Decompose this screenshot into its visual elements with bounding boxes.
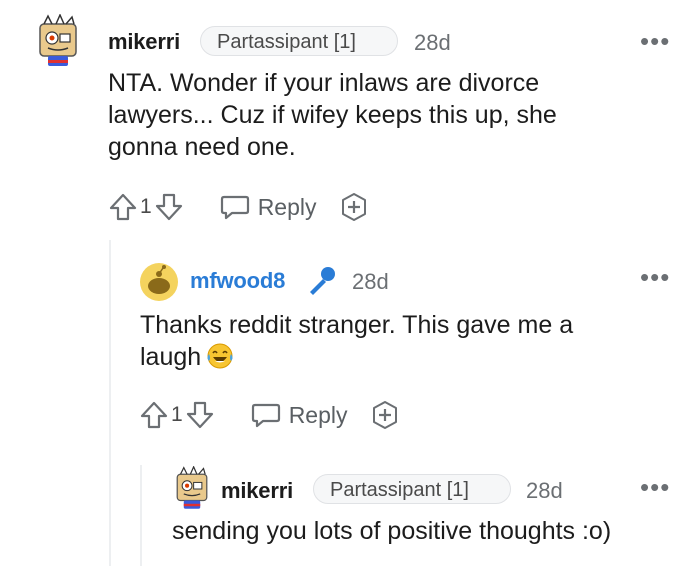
more-options-icon[interactable]: ••• [640,28,670,54]
comment-actions: 1 Reply [139,400,400,430]
comment-body: NTA. Wonder if your inlaws are divorce l… [108,69,557,161]
user-flair: Partassipant [1] [313,474,511,504]
speech-bubble-icon [220,195,249,220]
speech-bubble-icon [251,403,280,428]
reply-label: Reply [288,401,348,428]
user-flair: Partassipant [1] [200,26,398,56]
timestamp[interactable]: 28d [414,30,451,56]
more-options-icon[interactable]: ••• [640,474,670,500]
upvote-arrow-icon[interactable] [108,192,138,222]
username[interactable]: mikerri [221,478,293,504]
timestamp[interactable]: 28d [526,478,563,504]
award-plus-icon[interactable] [370,400,400,430]
microphone-icon [304,264,338,303]
reply-label: Reply [257,193,317,220]
reply-button[interactable]: Reply [220,193,317,221]
comment-body: sending you lots of positive thoughts :o… [172,517,612,545]
snoo-avatar-icon [176,465,208,509]
thread-line-level3 [140,465,142,566]
laughing-tears-emoji-icon [205,342,235,378]
downvote-arrow-icon[interactable] [185,400,215,430]
default-snoo-avatar-icon [140,263,178,301]
downvote-arrow-icon[interactable] [154,192,184,222]
comment-body: Thanks reddit stranger. This gave me a l… [140,309,640,378]
avatar[interactable] [139,262,179,302]
vote-score: 1 [140,195,152,218]
thread-line-level2 [109,240,111,566]
more-options-icon[interactable]: ••• [640,264,670,290]
upvote-arrow-icon[interactable] [139,400,169,430]
reply-button[interactable]: Reply [251,401,348,429]
award-plus-icon[interactable] [339,192,369,222]
username[interactable]: mikerri [108,29,180,55]
comment-actions: 1 Reply [108,192,369,222]
timestamp[interactable]: 28d [352,269,389,295]
vote-score: 1 [171,403,183,426]
avatar[interactable] [34,13,82,70]
snoo-avatar-icon [39,13,77,66]
avatar[interactable] [172,465,212,512]
username[interactable]: mfwood8 [190,268,285,294]
